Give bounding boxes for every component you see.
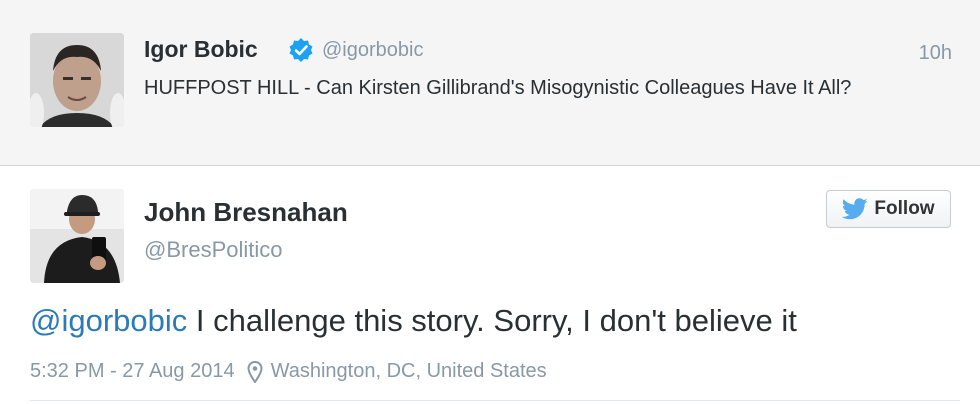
quoted-handle[interactable]: @igorbobic	[322, 39, 423, 62]
verified-badge-icon	[289, 38, 313, 62]
quoted-tweet-text: HUFFPOST HILL - Can Kirsten Gillibrand's…	[144, 77, 852, 99]
divider	[30, 400, 960, 401]
igor-bobic-avatar[interactable]	[30, 33, 124, 127]
location-pin-icon	[247, 360, 263, 383]
follow-button-label: Follow	[874, 198, 935, 219]
follow-button[interactable]: Follow	[826, 190, 951, 228]
tweet-body: I challenge this story. Sorry, I don't b…	[187, 303, 797, 338]
quoted-tweet: Igor Bobic @igorbobic 10h HUFFPOST HILL …	[0, 0, 980, 166]
tweet-text: @igorbobic I challenge this story. Sorry…	[30, 303, 960, 339]
mention-link[interactable]: @igorbobic	[30, 303, 187, 338]
quoted-timestamp[interactable]: 10h	[919, 42, 952, 65]
quoted-display-name[interactable]: Igor Bobic	[144, 36, 258, 63]
john-bresnahan-avatar[interactable]	[30, 189, 124, 283]
tweet-location[interactable]: Washington, DC, United States	[271, 360, 547, 383]
twitter-bird-icon	[842, 198, 868, 220]
tweet-meta: 5:32 PM - 27 Aug 2014 Washington, DC, Un…	[30, 360, 547, 383]
user-handle[interactable]: @BresPolitico	[144, 237, 283, 263]
display-name[interactable]: John Bresnahan	[144, 197, 348, 228]
tweet-timestamp[interactable]: 5:32 PM - 27 Aug 2014	[30, 360, 235, 383]
